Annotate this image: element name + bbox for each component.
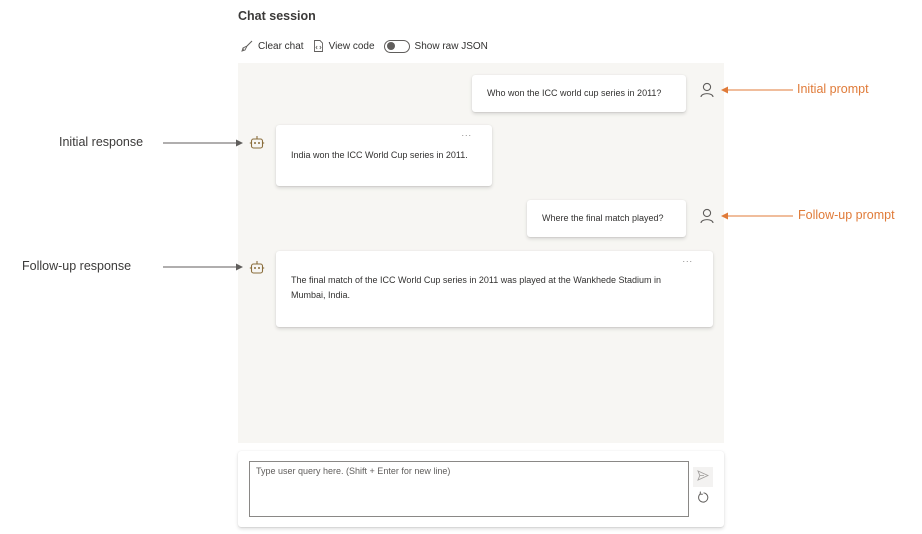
annotation-initial-response: Initial response: [59, 135, 144, 149]
show-raw-json-toggle[interactable]: [383, 39, 410, 53]
show-raw-json-label: Show raw JSON: [414, 40, 488, 52]
person-icon: [700, 82, 714, 98]
bot-icon: [249, 260, 265, 276]
more-options-icon[interactable]: ...: [461, 129, 472, 138]
bot-icon: [249, 135, 265, 151]
annotation-followup-prompt: Follow-up prompt: [798, 208, 895, 222]
chat-input-panel: Type user query here. (Shift + Enter for…: [238, 451, 724, 527]
user-query-input[interactable]: Type user query here. (Shift + Enter for…: [249, 461, 689, 517]
user-message-bubble: Where the final match played?: [527, 200, 686, 237]
view-code-label: View code: [328, 40, 375, 52]
toolbar: Clear chat View code Show raw JSON: [241, 38, 488, 54]
show-raw-json-control: Show raw JSON: [383, 39, 488, 53]
user-message-bubble: Who won the ICC world cup series in 2011…: [472, 75, 686, 112]
clear-chat-button[interactable]: Clear chat: [241, 40, 304, 52]
send-button[interactable]: [693, 467, 713, 487]
arrow-initial-prompt: [721, 86, 793, 94]
clear-chat-label: Clear chat: [258, 40, 304, 52]
view-code-button[interactable]: View code: [313, 40, 375, 52]
reset-button[interactable]: [694, 491, 712, 509]
arrow-followup-prompt: [721, 212, 793, 220]
assistant-message-bubble: ... India won the ICC World Cup series i…: [276, 125, 492, 186]
annotation-followup-response: Follow-up response: [22, 259, 132, 273]
arrow-followup-response: [163, 263, 243, 271]
user-message-text: Where the final match played?: [542, 213, 664, 223]
arrow-initial-response: [163, 139, 243, 147]
user-message-text: Who won the ICC world cup series in 2011…: [487, 88, 662, 98]
annotation-initial-prompt: Initial prompt: [797, 82, 869, 96]
page-title: Chat session: [238, 9, 316, 23]
reset-icon: [697, 491, 710, 509]
broom-icon: [241, 40, 253, 52]
toggle-knob: [386, 42, 395, 50]
assistant-message-bubble: ... The final match of the ICC World Cup…: [276, 251, 713, 327]
code-file-icon: [313, 40, 324, 52]
send-icon: [697, 468, 710, 486]
assistant-message-text: India won the ICC World Cup series in 20…: [291, 150, 468, 160]
more-options-icon[interactable]: ...: [682, 255, 693, 264]
assistant-message-text: The final match of the ICC World Cup ser…: [291, 275, 662, 300]
person-icon: [700, 208, 714, 224]
